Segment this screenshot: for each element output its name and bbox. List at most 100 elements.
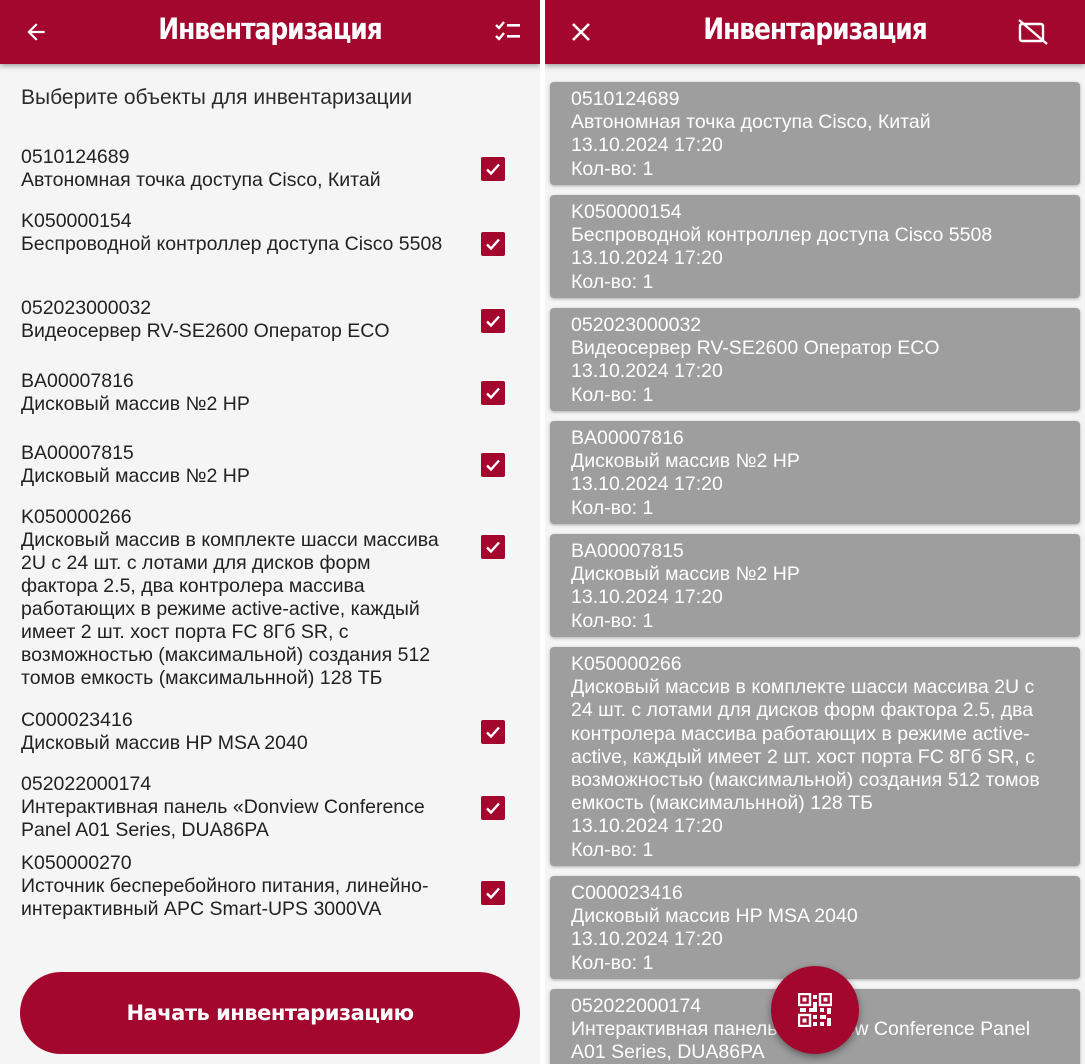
instruction-text: Выберите объекты для инвентаризации xyxy=(21,86,413,109)
card-quantity: Кол-во: 1 xyxy=(571,158,1060,181)
item-checkbox[interactable] xyxy=(481,381,505,405)
item-name: Дисковый массив HP MSA 2040 xyxy=(21,732,308,754)
item-name: Видеосервер RV-SE2600 Оператор ECO xyxy=(21,320,390,342)
checkmark-icon xyxy=(486,541,500,554)
card-quantity: Кол-во: 1 xyxy=(571,384,1060,407)
inventory-card[interactable]: 052023000032 Видеосервер RV-SE2600 Операт… xyxy=(550,308,1080,411)
card-code: 052023000032 xyxy=(571,314,702,336)
card-datetime: 13.10.2024 17:20 xyxy=(571,360,723,383)
inventory-card[interactable]: BA00007815 Дисковый массив №2 HP 13.10.202… xyxy=(550,534,1080,637)
card-name: Дисковый массив №2 HP xyxy=(571,450,800,473)
card-quantity-value: 1 xyxy=(642,609,654,632)
page-title: Инвентаризация xyxy=(158,12,383,46)
checkmark-icon xyxy=(486,802,500,815)
inventory-card[interactable]: K050000266 Дисковый массив в комплекте ша… xyxy=(550,647,1080,866)
list-item[interactable]: C000023416 Дисковый массив HP MSA 2040 xyxy=(21,709,511,755)
card-code: K050000266 xyxy=(571,653,682,675)
card-name: Автономная точка доступа Cisco, Китай xyxy=(571,111,931,134)
card-quantity: Кол-во: 1 xyxy=(571,271,1060,294)
card-quantity-label: Кол-во: xyxy=(571,838,643,861)
card-quantity-value: 1 xyxy=(642,383,654,406)
item-name: Беспроводной контроллер доступа Cisco 55… xyxy=(21,233,443,255)
card-quantity: Кол-во: 1 xyxy=(571,610,1060,633)
item-checkbox[interactable] xyxy=(481,881,505,905)
checkmark-icon xyxy=(486,315,500,328)
item-name: Интерактивная панель «Donview Conference… xyxy=(21,796,425,841)
checkmark-icon xyxy=(486,387,500,400)
page-title: Инвентаризация xyxy=(703,12,928,46)
card-quantity-value: 1 xyxy=(642,157,654,180)
list-item[interactable]: 052023000032 Видеосервер RV-SE2600 Операт… xyxy=(21,297,511,343)
item-checkbox[interactable] xyxy=(481,796,505,820)
item-code: K050000270 xyxy=(21,852,132,874)
item-checkbox[interactable] xyxy=(481,157,505,181)
card-name: Дисковый массив HP MSA 2040 xyxy=(571,905,858,928)
item-code: C000023416 xyxy=(21,709,133,731)
item-checkbox[interactable] xyxy=(481,453,505,477)
camera-off-button[interactable] xyxy=(1013,12,1053,52)
card-datetime: 13.10.2024 17:20 xyxy=(571,134,723,157)
inventory-card[interactable]: C000023416 Дисковый массив HP MSA 2040 13.… xyxy=(550,876,1080,979)
card-datetime: 13.10.2024 17:20 xyxy=(571,928,723,951)
checkmark-icon xyxy=(486,238,500,251)
list-item[interactable]: 0510124689 Автономная точка доступа Cisco… xyxy=(21,146,511,192)
inventory-screen: Инвентаризация 0510124689 Автономная точк… xyxy=(545,0,1085,1064)
start-inventory-button[interactable]: Начать инвентаризацию xyxy=(20,972,520,1054)
card-name: Беспроводной контроллер доступа Cisco 55… xyxy=(571,224,993,247)
card-quantity-value: 1 xyxy=(642,838,654,861)
list-item[interactable]: BA00007816 Дисковый массив №2 HP xyxy=(21,370,511,416)
card-code: K050000154 xyxy=(571,201,682,223)
item-code: 052023000032 xyxy=(21,297,152,319)
app-bar: Инвентаризация xyxy=(0,0,540,64)
item-code: 0510124689 xyxy=(21,146,130,168)
checkmark-icon xyxy=(486,887,500,900)
card-quantity-label: Кол-во: xyxy=(571,609,643,632)
item-code: BA00007816 xyxy=(21,370,134,392)
card-name: Дисковый массив №2 HP xyxy=(571,563,800,586)
inventory-card[interactable]: K050000154 Беспроводной контроллер доступ… xyxy=(550,195,1080,298)
inventory-card[interactable]: 0510124689 Автономная точка доступа Cisco… xyxy=(550,82,1080,185)
inventory-card[interactable]: BA00007816 Дисковый массив №2 HP 13.10.202… xyxy=(550,421,1080,524)
item-name: Дисковый массив №2 HP xyxy=(21,393,250,415)
item-checkbox[interactable] xyxy=(481,232,505,256)
card-quantity-label: Кол-во: xyxy=(571,383,643,406)
checkmark-icon xyxy=(486,459,500,472)
list-item[interactable]: K050000266 Дисковый массив в комплекте ша… xyxy=(21,506,511,690)
card-name: Дисковый массив в комплекте шасси массив… xyxy=(571,676,1040,815)
item-code: K050000154 xyxy=(21,210,132,232)
item-checkbox[interactable] xyxy=(481,535,505,559)
card-datetime: 13.10.2024 17:20 xyxy=(571,247,723,270)
card-datetime: 13.10.2024 17:20 xyxy=(571,586,723,609)
item-code: BA00007815 xyxy=(21,442,134,464)
card-code: 0510124689 xyxy=(571,88,680,110)
select-all-button[interactable] xyxy=(488,12,528,52)
item-name: Автономная точка доступа Cisco, Китай xyxy=(21,169,381,191)
item-checkbox[interactable] xyxy=(481,309,505,333)
card-code: BA00007815 xyxy=(571,540,684,562)
card-datetime: 13.10.2024 17:20 xyxy=(571,473,723,496)
card-code: BA00007816 xyxy=(571,427,684,449)
item-name: Источник бесперебойного питания, линейно… xyxy=(21,875,429,920)
list-item[interactable]: K050000154 Беспроводной контроллер доступ… xyxy=(21,210,511,256)
card-datetime: 13.10.2024 17:20 xyxy=(571,815,723,838)
item-checkbox[interactable] xyxy=(481,720,505,744)
card-name: Видеосервер RV-SE2600 Оператор ECO xyxy=(571,337,940,360)
list-item[interactable]: 052022000174 Интерактивная панель «Donvie… xyxy=(21,773,511,842)
list-item[interactable]: BA00007815 Дисковый массив №2 HP xyxy=(21,442,511,488)
item-code: 052022000174 xyxy=(21,773,152,795)
scan-qr-button[interactable] xyxy=(771,966,859,1054)
item-name: Дисковый массив №2 HP xyxy=(21,465,250,487)
item-name: Дисковый массив в комплекте шасси массив… xyxy=(21,529,439,689)
card-quantity-value: 1 xyxy=(642,951,654,974)
checkmark-icon xyxy=(486,726,500,739)
list-item[interactable]: K050000270 Источник бесперебойного питани… xyxy=(21,852,511,921)
selection-screen: Инвентаризация Выберите объекты для инве… xyxy=(0,0,540,1064)
checklist-icon xyxy=(495,21,520,41)
checkmark-icon xyxy=(486,163,500,176)
card-quantity: Кол-во: 1 xyxy=(571,497,1060,520)
card-quantity-label: Кол-во: xyxy=(571,270,643,293)
qr-code-icon xyxy=(798,993,832,1027)
card-quantity-label: Кол-во: xyxy=(571,157,643,180)
card-quantity-value: 1 xyxy=(642,270,654,293)
card-quantity: Кол-во: 1 xyxy=(571,839,1060,862)
